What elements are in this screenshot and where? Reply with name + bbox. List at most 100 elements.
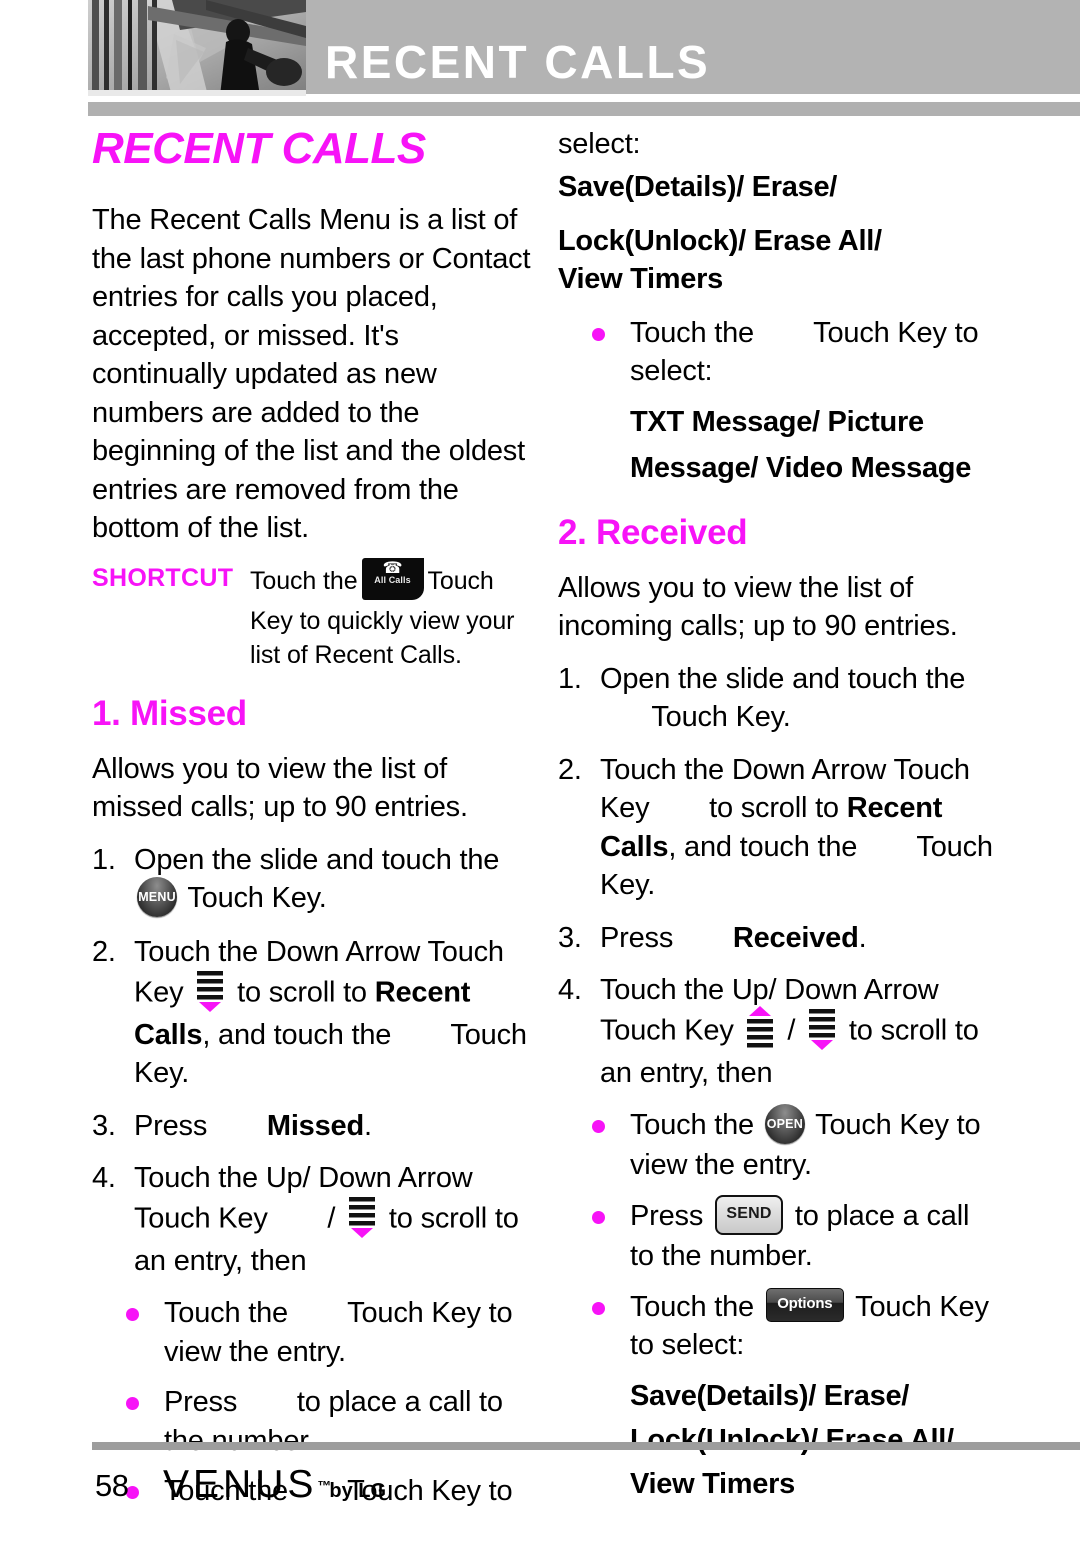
- carryover-select-label: select:: [558, 128, 641, 160]
- header-divider: [88, 102, 1080, 116]
- bullet-text-a: Touch the: [630, 316, 754, 349]
- carryover-menu2-line-1: TXT Message/ Picture: [630, 405, 924, 438]
- section-heading-received: 2. Received: [558, 512, 748, 552]
- brand-name: VENUS: [163, 1463, 318, 1506]
- shortcut-label: SHORTCUT: [92, 563, 234, 592]
- header-photo: [88, 0, 306, 96]
- carryover-menu-line-3: View Timers: [558, 262, 723, 295]
- step-icon-separator: /: [327, 1202, 336, 1235]
- step-number: 3.: [558, 921, 582, 954]
- step-icon-separator: /: [787, 1014, 796, 1047]
- all-calls-icon-label: All Calls: [374, 574, 411, 585]
- bullet-dot-icon: [126, 1308, 139, 1322]
- shortcut-text: Touch the ☎ All Calls Touch Key to quickly …: [250, 557, 514, 669]
- intro-paragraph: The Recent Calls Menu is a list of the l…: [92, 204, 531, 544]
- received-step-3: 3. Press Received.: [558, 919, 998, 958]
- page-title: RECENT CALLS: [325, 36, 711, 88]
- bullet-text-b: Touch Key to: [813, 316, 979, 349]
- received-options-line-3: View Timers: [630, 1467, 795, 1500]
- step-text-a: Open the slide and touch the: [600, 662, 966, 695]
- step-number: 1.: [92, 843, 116, 876]
- chapter-title: RECENT CALLS: [92, 124, 426, 173]
- venus-by-lg-logo: VENUS™by LG: [163, 1463, 386, 1507]
- step-text-b: Touch Key.: [187, 882, 327, 914]
- bullet-text-a: Touch the: [164, 1297, 288, 1330]
- by-lg-label: by LG: [329, 1480, 387, 1502]
- bullet-text-c: select:: [630, 355, 713, 387]
- missing-touch-key-icon-placeholder: [865, 843, 909, 853]
- up-arrow-touch-key-icon[interactable]: [745, 1005, 775, 1050]
- carryover-menu-line-1: Save(Details)/ Erase/: [558, 170, 838, 203]
- step-number: 3.: [92, 1109, 116, 1142]
- footer-divider: [92, 1442, 1080, 1450]
- received-bullet-1: Touch the OPEN Touch Key to view the ent…: [558, 1104, 998, 1185]
- bullet-text-a: Touch the: [630, 1109, 754, 1141]
- missed-step-1: 1. Open the slide and touch the MENU Touc…: [92, 841, 532, 920]
- received-step-1: 1. Open the slide and touch the Touch Key…: [558, 660, 998, 737]
- bullet-dot-icon: [592, 1210, 605, 1224]
- bullet-dot-icon: [592, 327, 605, 341]
- right-column: select: Save(Details)/ Erase/ Lock(Unloc…: [558, 125, 998, 1519]
- missing-touch-key-icon-placeholder: [399, 1031, 443, 1041]
- bullet-text-a: Touch the: [630, 1290, 754, 1323]
- down-arrow-touch-key-icon[interactable]: [347, 1194, 377, 1238]
- step-text-a: Open the slide and touch the: [134, 843, 500, 876]
- step-text-c: .: [363, 1109, 372, 1142]
- step-number: 2.: [92, 936, 116, 969]
- send-key-icon[interactable]: SEND: [715, 1195, 783, 1236]
- bullet-dot-icon: [592, 1301, 605, 1315]
- missing-touch-key-icon-placeholder: [215, 1122, 259, 1132]
- received-step-2: 2. Touch the Down Arrow Touch Key to scro…: [558, 751, 998, 905]
- down-arrow-touch-key-icon[interactable]: [807, 1006, 837, 1050]
- menu-touch-key-icon[interactable]: MENU: [137, 877, 177, 918]
- missed-step-2: 2. Touch the Down Arrow Touch Key to scro…: [92, 933, 532, 1093]
- missed-bullet-1: Touch the Touch Key to view the entry.: [92, 1294, 532, 1371]
- step-text-c: , and touch the: [668, 830, 858, 863]
- missed-description: Allows you to view the list of missed ca…: [92, 752, 468, 824]
- missing-send-key-icon-placeholder: [245, 1399, 289, 1409]
- step-text-bold: Received: [732, 921, 859, 954]
- down-arrow-touch-key-icon[interactable]: [195, 968, 225, 1012]
- section-heading-missed: 1. Missed: [92, 693, 247, 733]
- bullet-dot-icon: [126, 1397, 139, 1411]
- missed-step-3: 3. Press Missed.: [92, 1107, 532, 1146]
- step-text-b: to scroll to: [709, 792, 839, 824]
- missed-step-4: 4. Touch the Up/ Down Arrow Touch Key / t…: [92, 1159, 532, 1280]
- missing-open-key-icon-placeholder: [296, 1310, 340, 1320]
- step-text-c: , and touch the: [202, 1018, 392, 1051]
- carryover-bullet: Touch the Touch Key to select:: [558, 314, 998, 391]
- step-text-a: Press: [134, 1109, 208, 1142]
- missing-touch-key-icon-placeholder: [681, 934, 725, 944]
- left-column: RECENT CALLS The Recent Calls Menu is a …: [92, 125, 532, 1523]
- bullet-text-a: Press: [164, 1386, 238, 1419]
- step-text-b: to scroll to: [237, 976, 367, 1009]
- missing-down-arrow-icon-placeholder: [657, 804, 701, 814]
- missing-menu-key-icon-placeholder: [600, 713, 644, 723]
- missing-up-arrow-icon-placeholder: [275, 1215, 319, 1225]
- carryover-menu-line-2: Lock(Unlock)/ Erase All/: [558, 224, 882, 257]
- options-touch-key-icon[interactable]: Options: [765, 1288, 844, 1323]
- step-number: 1.: [558, 662, 582, 695]
- bullet-text-a: Press: [630, 1199, 704, 1232]
- bullet-dot-icon: [592, 1120, 605, 1133]
- received-options-line-2: Lock(Unlock)/ Erase All/: [630, 1423, 954, 1456]
- shortcut-text-before: Touch the: [250, 567, 358, 596]
- step-number: 4.: [92, 1162, 116, 1195]
- received-bullet-3: Touch the Options Touch Key to select:: [558, 1288, 998, 1365]
- step-number: 4.: [558, 974, 582, 1006]
- received-step-4: 4. Touch the Up/ Down Arrow Touch Key / t…: [558, 971, 998, 1092]
- step-text-a: Press: [600, 921, 674, 954]
- received-options-line-1: Save(Details)/ Erase/: [630, 1379, 910, 1412]
- step-text-b: Touch Key.: [651, 701, 791, 733]
- step-text-c: .: [858, 921, 867, 954]
- received-bullet-2: Press SEND to place a call to the number…: [558, 1195, 998, 1276]
- carryover-menu2-line-2: Message/ Video Message: [630, 451, 972, 484]
- shortcut-block: SHORTCUT Touch the ☎ All Calls Touch Key to…: [92, 557, 532, 672]
- page-number: 58: [95, 1468, 129, 1503]
- step-number: 2.: [558, 753, 582, 786]
- received-description: Allows you to view the list of incoming …: [558, 571, 958, 643]
- missing-options-key-icon-placeholder: [762, 329, 806, 339]
- open-touch-key-icon[interactable]: OPEN: [764, 1104, 805, 1145]
- all-calls-touch-key-icon[interactable]: ☎ All Calls: [361, 557, 424, 600]
- step-text-bold: Missed: [266, 1109, 364, 1142]
